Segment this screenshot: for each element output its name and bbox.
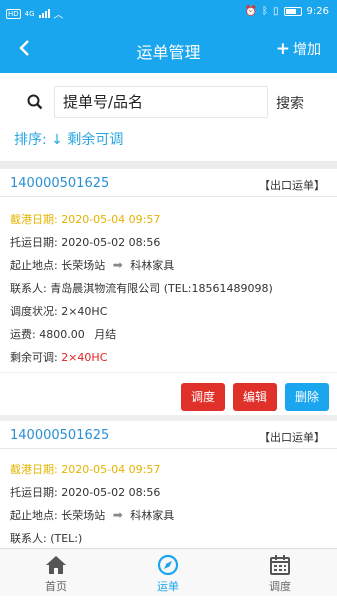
bottom-tab-bar: 首页 运单 调度: [0, 548, 337, 596]
add-button[interactable]: + 增加: [276, 39, 321, 59]
tab-dispatch[interactable]: 调度: [224, 549, 336, 597]
consign-date-value: 2020-05-02 08:56: [61, 236, 161, 249]
dispatch-status-value: 2×40HC: [61, 305, 108, 318]
signal-icon: [38, 9, 50, 18]
add-button-label: 增加: [293, 42, 321, 58]
contact-row: 联系人: (TEL:): [10, 530, 82, 546]
contact-row: 联系人: 青岛晨淇物流有限公司 (TEL:18561489098): [10, 280, 273, 296]
wifi-icon: ︿: [53, 10, 64, 21]
sort-selector[interactable]: 排序: ↓ 剩余可调: [14, 129, 123, 149]
search-button[interactable]: 搜索: [276, 93, 304, 113]
battery-icon: [283, 7, 302, 16]
calendar-icon: [270, 555, 290, 575]
route-label: 起止地点:: [10, 509, 58, 522]
card-header: 140000501625 【出口运单】: [0, 421, 337, 449]
plus-icon: +: [275, 39, 290, 59]
dispatch-button[interactable]: 调度: [181, 383, 225, 411]
cutoff-date-label: 截港日期:: [10, 463, 58, 476]
cutoff-date-row: 截港日期: 2020-05-04 09:57: [10, 211, 160, 227]
route-row: 起止地点: 长荣场站 ➡ 科林家具: [10, 507, 174, 523]
card-header: 140000501625 【出口运单】: [0, 169, 337, 197]
remaining-label: 剩余可调:: [10, 351, 58, 364]
fee-row: 运费: 4800.00 月结: [10, 326, 116, 342]
remaining-value: 2×40HC: [61, 351, 108, 364]
status-bar: HD 4G ︿ ⏰ ᛒ ▯ 9:26: [0, 0, 337, 25]
contact-value: 青岛晨淇物流有限公司 (TEL:18561489098): [50, 282, 273, 295]
delete-button[interactable]: 删除: [285, 383, 329, 411]
card-actions: 调度 编辑 删除: [0, 372, 337, 415]
order-number[interactable]: 140000501625: [10, 176, 109, 191]
arrow-right-icon: ➡: [112, 508, 123, 522]
sort-label: 排序:: [14, 132, 47, 148]
tab-home[interactable]: 首页: [0, 549, 112, 597]
divider: [0, 161, 337, 169]
tab-dispatch-label: 调度: [269, 580, 291, 593]
cutoff-date-value: 2020-05-04 09:57: [61, 463, 161, 476]
search-section: 提单号/品名 搜索 排序: ↓ 剩余可调: [0, 73, 337, 161]
route-origin: 长荣场站: [61, 509, 106, 522]
sort-arrow-icon: ↓: [51, 132, 63, 148]
home-icon: [46, 556, 66, 574]
alarm-icon: ⏰: [244, 6, 258, 17]
bluetooth-icon: ᛒ: [262, 6, 269, 17]
fee-label: 运费:: [10, 328, 36, 341]
tab-waybill[interactable]: 运单: [112, 549, 224, 597]
consign-date-value: 2020-05-02 08:56: [61, 486, 161, 499]
edit-button[interactable]: 编辑: [233, 383, 277, 411]
route-label: 起止地点:: [10, 259, 58, 272]
contact-value: (TEL:): [50, 532, 83, 545]
cutoff-date-label: 截港日期:: [10, 213, 58, 226]
consign-date-row: 托运日期: 2020-05-02 08:56: [10, 484, 160, 500]
clock-time: 9:26: [306, 6, 329, 17]
scroll-peek: [0, 596, 337, 600]
search-input[interactable]: 提单号/品名: [54, 86, 268, 118]
tab-waybill-label: 运单: [157, 580, 179, 593]
consign-date-row: 托运日期: 2020-05-02 08:56: [10, 234, 160, 250]
compass-icon: [157, 554, 179, 576]
cutoff-date-value: 2020-05-04 09:57: [61, 213, 161, 226]
consign-date-label: 托运日期:: [10, 486, 58, 499]
waybill-card[interactable]: 140000501625 【出口运单】 截港日期: 2020-05-04 09:…: [0, 169, 337, 415]
search-icon: [27, 94, 43, 110]
fee-value: 4800.00: [39, 328, 85, 341]
consign-date-label: 托运日期:: [10, 236, 58, 249]
waybill-type-tag: 【出口运单】: [259, 179, 325, 192]
route-origin: 长荣场站: [61, 259, 106, 272]
sort-value: 剩余可调: [67, 132, 124, 148]
vibrate-icon: ▯: [273, 6, 279, 17]
route-row: 起止地点: 长荣场站 ➡ 科林家具: [10, 257, 174, 273]
hd-badge: HD: [6, 8, 21, 19]
dispatch-status-label: 调度状况:: [10, 305, 58, 318]
contact-label: 联系人:: [10, 282, 47, 295]
contact-label: 联系人:: [10, 532, 47, 545]
remaining-row: 剩余可调: 2×40HC: [10, 349, 107, 365]
network-type: 4G: [24, 9, 35, 18]
arrow-right-icon: ➡: [112, 258, 123, 272]
pay-method: 月结: [94, 328, 117, 341]
app-header: 运单管理 + 增加: [0, 25, 337, 73]
dispatch-status-row: 调度状况: 2×40HC: [10, 303, 107, 319]
waybill-card[interactable]: 140000501625 【出口运单】 截港日期: 2020-05-04 09:…: [0, 421, 337, 555]
cutoff-date-row: 截港日期: 2020-05-04 09:57: [10, 461, 160, 477]
waybill-type-tag: 【出口运单】: [259, 431, 325, 444]
tab-home-label: 首页: [45, 580, 67, 593]
route-destination: 科林家具: [130, 509, 175, 522]
route-destination: 科林家具: [130, 259, 175, 272]
order-number[interactable]: 140000501625: [10, 428, 109, 443]
